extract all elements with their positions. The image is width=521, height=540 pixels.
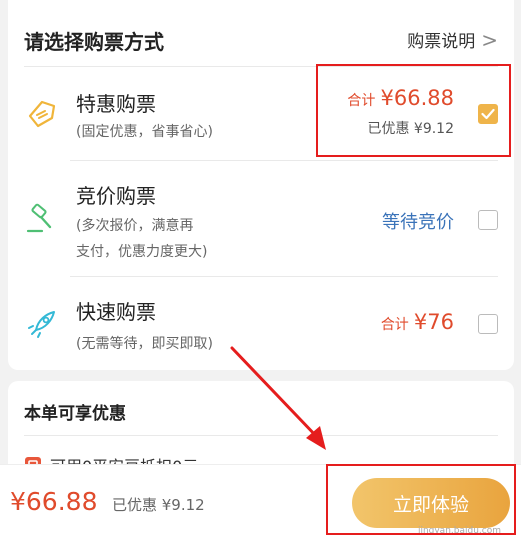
option-desc: (无需等待，即买即取) [76,336,213,352]
option-title: 特惠购票 [76,92,156,116]
buy-now-button[interactable]: 立即体验 [352,478,510,528]
option-title: 竞价购票 [76,184,156,208]
divider [24,435,498,436]
option-checkbox[interactable] [478,314,498,334]
option-bid-ticket[interactable]: 竞价购票 (多次报价，满意再 支付，优惠力度更大) 等待竞价 [8,160,514,276]
price-block: 合计 ¥76 [381,310,454,334]
total-price: ¥66.88 [10,487,98,516]
section-title: 请选择购票方式 [24,30,164,54]
option-checkbox[interactable] [478,210,498,230]
total-saving: 已优惠 ¥9.12 [112,496,205,514]
ticket-icon [28,100,56,128]
help-link-label: 购票说明 [407,32,476,52]
help-link[interactable]: 购票说明 > [407,27,498,53]
price-label: 合计 [347,93,376,109]
option-fast-ticket[interactable]: 快速购票 (无需等待，即买即取) 合计 ¥76 [8,276,514,370]
ticket-options-card: 请选择购票方式 购票说明 > 特惠购票 (固定优惠，省事省心) 合计 ¥66.8… [8,0,514,370]
option-desc: (多次报价，满意再 [76,218,194,234]
price-label: 合计 [380,317,409,333]
price-block: 合计 ¥66.88 已优惠 ¥9.12 [347,86,454,138]
option-checkbox[interactable] [478,104,498,124]
option-desc: 支付，优惠力度更大) [76,244,208,260]
gavel-icon [26,203,52,233]
option-title: 快速购票 [76,300,156,324]
check-icon [481,108,495,120]
price-value: ¥76 [413,310,454,334]
bid-status-text: 等待竞价 [382,212,454,233]
rocket-icon [28,311,55,338]
saving-text: 已优惠 ¥9.12 [367,121,454,137]
option-desc: (固定优惠，省事省心) [76,124,213,140]
chevron-right-icon: > [481,27,498,52]
option-discount-ticket[interactable]: 特惠购票 (固定优惠，省事省心) 合计 ¥66.88 已优惠 ¥9.12 [8,66,514,160]
coupon-title: 本单可享优惠 [24,404,126,424]
watermark: jingyan.baidu.com [417,526,501,536]
price-value: ¥66.88 [380,86,454,110]
